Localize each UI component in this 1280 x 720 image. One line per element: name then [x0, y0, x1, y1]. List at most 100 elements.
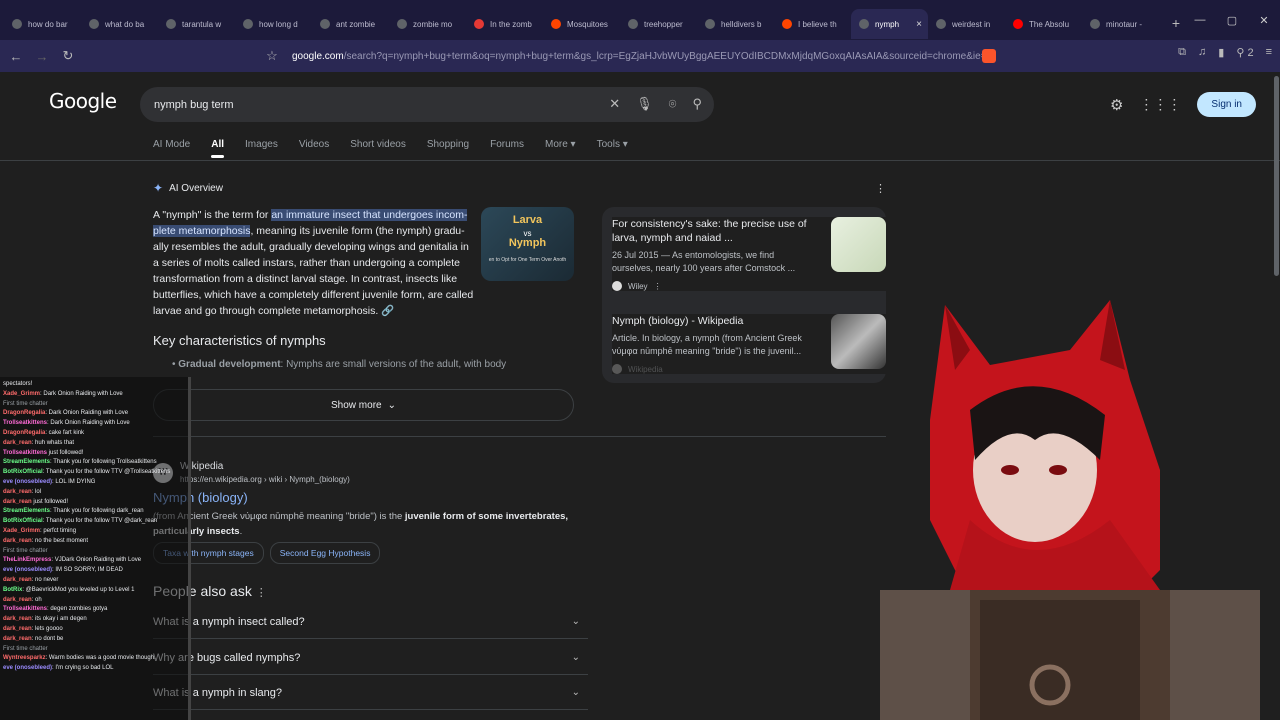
menu-icon[interactable]: ≡ — [1266, 46, 1272, 59]
search-icon[interactable]: ⚲ — [692, 96, 702, 112]
chat-text: spectators! — [3, 381, 33, 387]
reload-icon[interactable]: ↻ — [58, 46, 78, 66]
favicon-icon — [166, 19, 176, 29]
tab[interactable]: helldivers b — [697, 9, 774, 39]
brave-shield-icon[interactable] — [982, 49, 996, 63]
search-query[interactable]: nymph bug term — [154, 99, 233, 111]
bookmark-icon[interactable]: ☆ — [262, 46, 282, 66]
tab[interactable]: minotaur - — [1082, 9, 1159, 39]
chat-text: : Dark Onion Raiding with Love — [40, 390, 123, 397]
filter-tab[interactable]: Images — [245, 139, 278, 150]
extensions-icon[interactable]: ⚲ 2 — [1236, 46, 1253, 59]
page-scrollbar[interactable] — [1274, 76, 1279, 276]
chat-text: : cake fart kink — [45, 429, 85, 436]
chat-message: Xade_Grimm: perfct timing — [3, 527, 185, 537]
lens-icon[interactable]: ⌾ — [669, 96, 677, 112]
chat-text: : Warm bodies was a good movie though. — [45, 655, 156, 662]
tab-label: The Absolu — [1029, 19, 1070, 29]
tab[interactable]: In the zomb — [466, 9, 543, 39]
filter-tab[interactable]: Videos — [299, 139, 329, 150]
chat-username: Xade_Grimm — [3, 527, 41, 534]
minimize-button[interactable]: — — [1184, 14, 1216, 26]
chat-message: Wyntreesparkz: Warm bodies was a good mo… — [3, 654, 185, 664]
chat-message: eve (onosebleed): IM SO SORRY, IM DEAD — [3, 566, 185, 576]
source-thumbnail[interactable] — [831, 217, 886, 272]
close-window-button[interactable]: ✕ — [1248, 14, 1280, 27]
tab[interactable]: weirdest in — [928, 9, 1005, 39]
paa-question[interactable]: Why are bugs called nymphs? ⌄ — [153, 641, 588, 675]
tab[interactable]: Mosquitoes — [543, 9, 620, 39]
search-filters: AI Mode All Images Videos Short videos Shoppi… — [153, 139, 628, 158]
tab[interactable]: zombie mo — [389, 9, 466, 39]
tab[interactable]: what do ba — [81, 9, 158, 39]
filter-tab[interactable]: Forums — [490, 139, 524, 150]
more-options-icon[interactable]: ⋮ — [875, 182, 886, 195]
chip-second-egg[interactable]: Second Egg Hypothesis — [269, 542, 381, 564]
filter-tab[interactable]: Tools ▾ — [597, 139, 628, 150]
mic-icon[interactable]: 🎙 — [636, 96, 653, 112]
chat-username: dark_rean — [3, 635, 32, 642]
address-bar: ← → ↻ ☆ google.com/search?q=nymph+bug+te… — [0, 40, 1280, 72]
close-tab-icon[interactable]: × — [916, 19, 922, 30]
source-card[interactable]: For consistency's sake: the precise use … — [612, 217, 896, 291]
tab[interactable]: ant zombie — [312, 9, 389, 39]
filter-tab[interactable]: More ▾ — [545, 139, 576, 150]
chat-text: : Dark Onion Raiding with Love — [45, 410, 129, 417]
paa-question[interactable]: What is a nymph insect called? ⌄ — [153, 605, 588, 639]
chat-message: dark_rean: no the best moment — [3, 537, 185, 547]
larva-vs-nymph-image[interactable]: Larva vs Nymph en to Opt for One Term Ov… — [481, 207, 574, 281]
wikipedia-icon — [612, 364, 622, 374]
url-field[interactable]: google.com/search?q=nymph+bug+term&oq=ny… — [286, 44, 1031, 68]
favicon-icon — [320, 19, 330, 29]
favicon-icon — [12, 19, 22, 29]
chat-text: : Thank you for following dark_rean — [50, 508, 144, 515]
maximize-button[interactable]: ▢ — [1216, 14, 1248, 27]
media-icon[interactable]: ♫ — [1198, 46, 1206, 59]
chat-message: First time chatter — [3, 400, 185, 410]
chat-text: : no never — [31, 576, 59, 583]
tab-strip: how do bar what do ba tarantula w how long … — [0, 0, 1280, 40]
gear-icon[interactable]: ⚙ — [1110, 96, 1123, 114]
result-url[interactable]: https://en.wikipedia.org › wiki › Nymph_… — [180, 475, 350, 484]
chevron-down-icon: ⌄ — [571, 687, 580, 698]
filter-tab[interactable]: Short videos — [350, 139, 406, 150]
chat-message: Trollseatkittens just followed! — [3, 449, 185, 459]
source-card[interactable]: Nymph (biology) - Wikipedia Article. In … — [612, 314, 896, 374]
favicon-icon — [397, 19, 407, 29]
forward-icon[interactable]: → — [32, 46, 52, 66]
tab[interactable]: nymph × — [851, 9, 928, 39]
chat-username: Trollseatkittens — [3, 449, 48, 456]
tab[interactable]: tarantula w — [158, 9, 235, 39]
search-input[interactable]: nymph bug term ✕ 🎙 ⌾ ⚲ — [140, 87, 714, 122]
apps-grid-icon[interactable]: ⋮⋮⋮ — [1139, 96, 1181, 113]
filter-tab[interactable]: AI Mode — [153, 139, 190, 150]
chat-message: BotRixOfficial: Thank you for the follow… — [3, 468, 185, 478]
back-icon[interactable]: ← — [6, 46, 26, 66]
chat-message: eve (onosebleed): LOL IM DYING — [3, 478, 185, 488]
ai-overview-label: AI Overview — [169, 182, 223, 194]
chat-username: dark_rean — [3, 596, 32, 603]
clear-icon[interactable]: ✕ — [609, 96, 620, 112]
filter-tab[interactable]: All — [211, 139, 224, 158]
tab[interactable]: I believe th — [774, 9, 851, 39]
chat-username: dark_rean — [3, 537, 32, 544]
filter-tab[interactable]: Shopping — [427, 139, 469, 150]
link-icon[interactable]: 🔗 — [381, 305, 394, 317]
tab[interactable]: The Absolu — [1005, 9, 1082, 39]
more-options-icon[interactable]: ⋮ — [654, 282, 662, 291]
chat-text: just followed! — [31, 498, 69, 505]
chevron-down-icon: ⌄ — [571, 616, 580, 627]
install-app-icon[interactable]: ⧉ — [1178, 46, 1186, 59]
sign-in-button[interactable]: Sign in — [1197, 92, 1256, 117]
sidepanel-icon[interactable]: ▮ — [1218, 46, 1224, 59]
tab[interactable]: treehopper — [620, 9, 697, 39]
chat-message: StreamElements: Thank you for following … — [3, 507, 185, 517]
tab[interactable]: how long d — [235, 9, 312, 39]
show-more-button[interactable]: Show more ⌄ — [153, 389, 574, 421]
chat-username: dark_rean — [3, 576, 32, 583]
tab[interactable]: how do bar — [4, 9, 81, 39]
chat-username: dark_rean — [3, 439, 32, 446]
chat-message: dark_rean just followed! — [3, 498, 185, 508]
google-logo[interactable]: Google — [49, 89, 117, 113]
paa-question[interactable]: What is a nymph in slang? ⌄ — [153, 676, 588, 710]
